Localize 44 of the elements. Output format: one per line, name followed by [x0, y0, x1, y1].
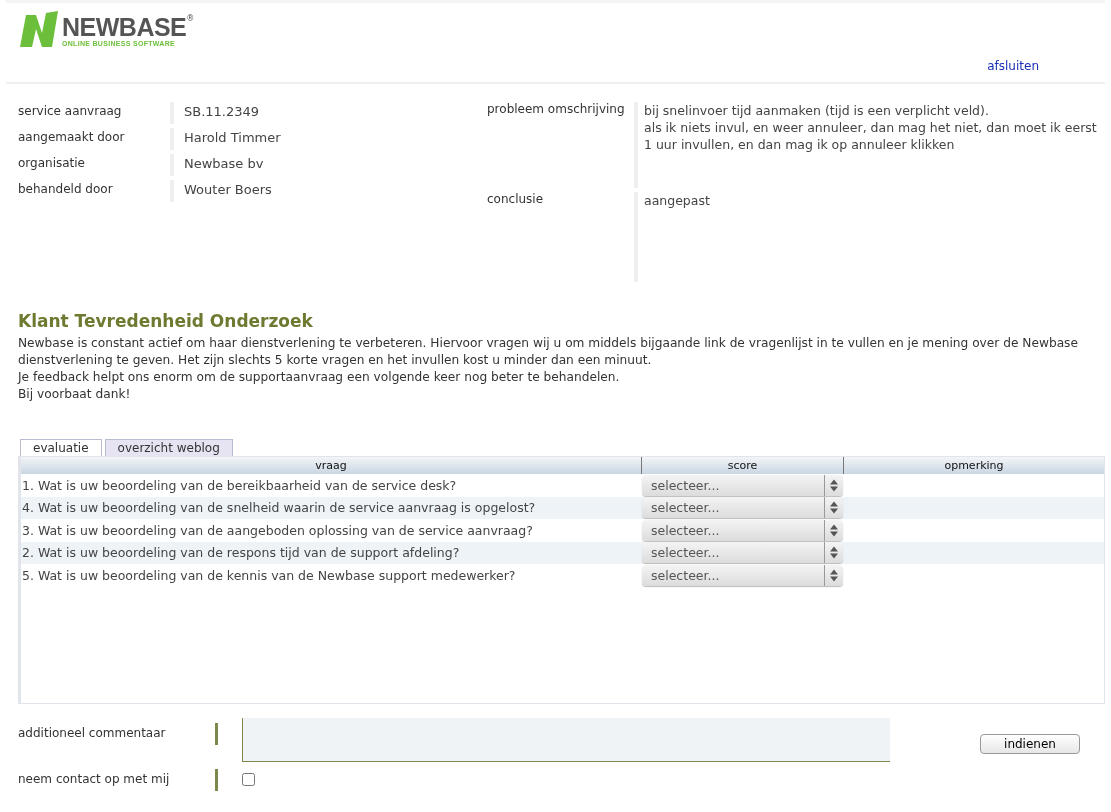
updown-icon [824, 474, 838, 496]
score-select[interactable]: selecteer... [642, 564, 843, 586]
field-value: SB.11.2349 [170, 102, 370, 124]
field-label: aangemaakt door [18, 129, 126, 146]
field-label: conclusie [487, 192, 545, 208]
question-cell-text: 5. Wat is uw beoordeling van de kennis van de Newbase support medewerker? [21, 567, 517, 583]
survey-text: Bij voorbaat dank! [18, 386, 132, 403]
tab[interactable]: evaluatie [20, 439, 102, 456]
field-value: Harold Timmer [170, 128, 370, 150]
field-value: bij snelinvoer tijd aanmaken (tijd is een verplicht veld). als ik niets invul, en weer annuleer, dan mag het niet, dan moet ik eerst 1 uur invullen, en dan mag ik op annuleer klikken [634, 102, 1099, 188]
field-label: behandeld door [18, 181, 114, 198]
section-title: Klant Tevredenheid Onderzoek [18, 311, 314, 331]
column-header: score [641, 457, 843, 474]
question-cell-text: 2. Wat is uw beoordeling van de respons tijd van de support afdeling? [21, 545, 461, 561]
contact-checkbox[interactable] [242, 773, 255, 786]
field-label: neem contact op met mij [18, 771, 171, 786]
field-value: aangepast [634, 192, 1099, 282]
question-cell-text: 4. Wat is uw beoordeling van de snelheid waarin de service aanvraag is opgelost? [21, 500, 537, 516]
score-select[interactable]: selecteer... [642, 542, 843, 564]
updown-icon [824, 564, 838, 586]
field-label: probleem omschrijving [487, 102, 626, 118]
updown-icon [824, 542, 838, 564]
submit-button[interactable]: indienen [980, 734, 1080, 754]
tab[interactable]: overzicht weblog [104, 439, 233, 456]
field-label: service aanvraag [18, 103, 123, 120]
field-label: additioneel commentaar [18, 725, 167, 740]
survey-text: Je feedback helpt ons enorm om de supportaanvraag een volgende keer nog beter te behandelen. [18, 369, 621, 386]
survey-text: Newbase is constant actief om haar dienstverlening te verbeteren. Hiervoor vragen wij u om middels bijgaande link de vragenlijst in te vullen en je mening over de Newbase dienstverlening te geven. Het zijn slechts 5 korte vragen en het invullen kost u minder dan een minuut. [18, 335, 1079, 369]
column-header: opmerking [843, 457, 1104, 474]
close-link[interactable]: afsluiten [987, 59, 1039, 73]
score-select[interactable]: selecteer... [642, 497, 843, 519]
question-cell-text: 1. Wat is uw beoordeling van de bereikbaarheid van de service desk? [21, 477, 458, 493]
updown-icon [824, 519, 838, 541]
score-select[interactable]: selecteer... [642, 474, 843, 496]
question-cell-text: 3. Wat is uw beoordeling van de aangeboden oplossing van de service aanvraag? [21, 522, 534, 538]
registered-mark: ® [186, 14, 195, 23]
field-value: Wouter Boers [170, 180, 370, 202]
column-header: vraag [314, 458, 348, 474]
field-label: organisatie [18, 155, 86, 172]
score-select[interactable]: selecteer... [642, 519, 843, 541]
comment-field[interactable] [242, 718, 890, 762]
updown-icon [824, 497, 838, 519]
field-value: Newbase bv [170, 154, 370, 176]
logo-name: NEWBASE [62, 14, 187, 40]
